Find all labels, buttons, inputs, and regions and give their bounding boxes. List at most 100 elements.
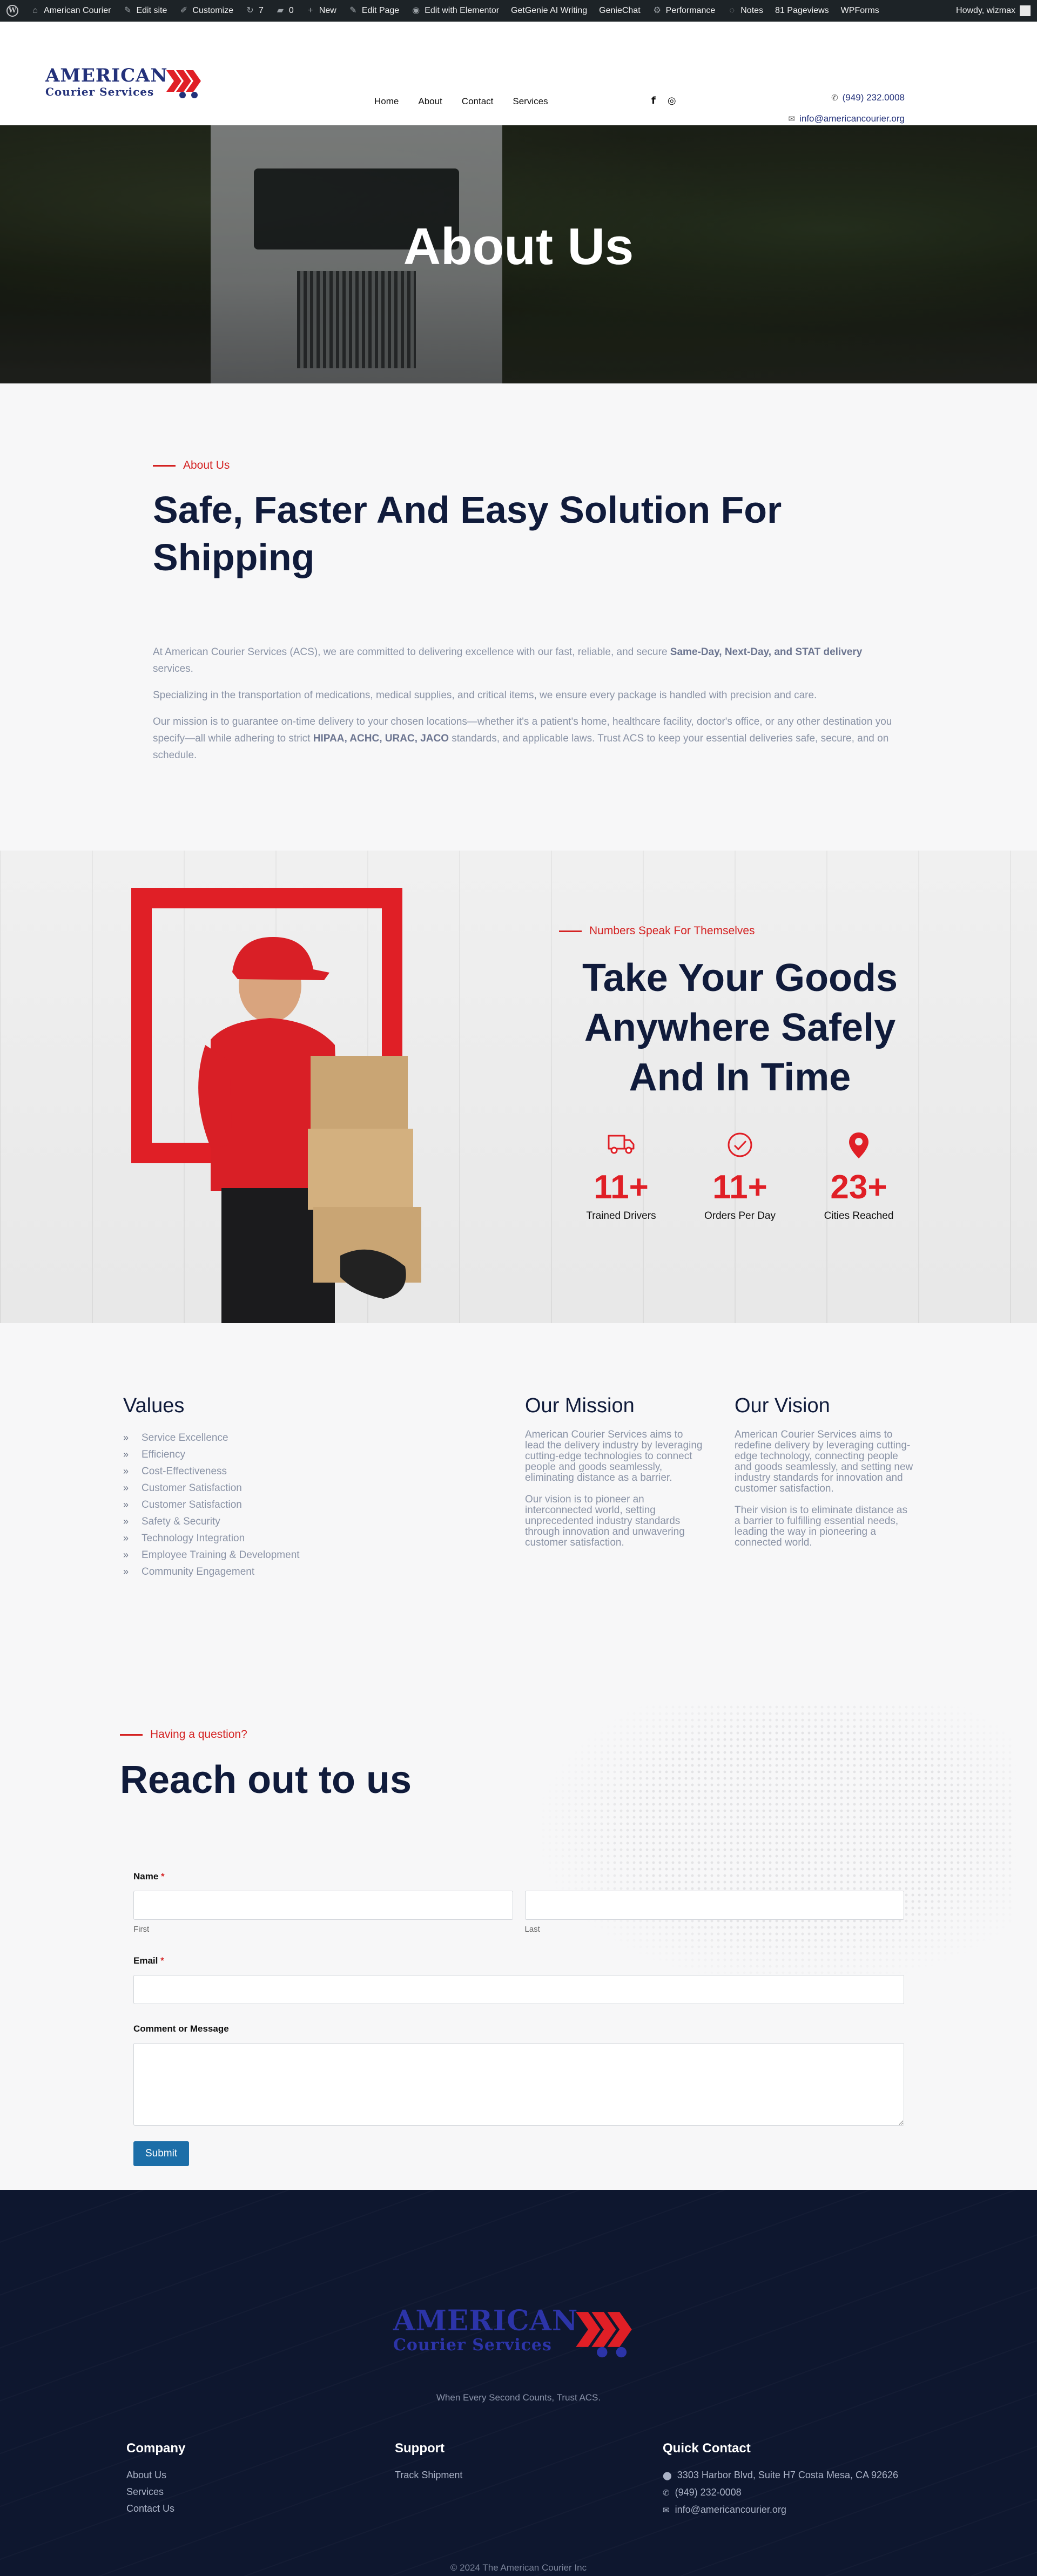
logo-line1: AMERICAN [393,2304,578,2337]
admin-edit-site[interactable]: ✎ Edit site [123,6,167,16]
stat-label: Orders Per Day [704,1210,776,1222]
footer-logo[interactable]: AMERICAN Courier Services [393,2306,647,2365]
site-logo[interactable]: AMERICAN Courier Services [45,66,202,106]
numbers-heading: Take Your Goods Anywhere Safely And In T… [582,956,898,1099]
stats-row: 11+ Trained Drivers 11+ Orders Per Day 2… [573,1131,907,1222]
truck-icon [608,1135,635,1154]
footer-link-contact[interactable]: Contact Us [126,2500,185,2517]
stat-label: Cities Reached [824,1210,894,1222]
about-paragraph-3: Our mission is to guarantee on-time deli… [153,716,892,761]
header-contact: ✆ (949) 232.0008 ✉ info@americancourier.or… [789,87,905,130]
admin-site-name[interactable]: ⌂ American Courier [30,6,111,16]
stat-value: 11+ [594,1169,649,1206]
admin-bar: W ⌂ American Courier ✎ Edit site ✐ Customiz… [0,0,1037,22]
comment-icon: ◌ [729,6,735,15]
footer-link-track[interactable]: Track Shipment [395,2467,462,2484]
quick-contact-title: Quick Contact [663,2441,751,2456]
admin-elementor[interactable]: ◉ Edit with Elementor [411,6,499,16]
logo-chevron-icon [576,2312,632,2358]
values-section: Values » Service Excellence » Efficiency »… [0,1323,1037,1655]
double-chevron-icon: » [123,1566,129,1577]
list-item: » Service Excellence [123,1429,393,1446]
facebook-icon[interactable]: f [651,95,656,106]
stat-trained-drivers: 11+ Trained Drivers [573,1131,670,1222]
message-field[interactable] [133,2043,904,2126]
contact-kicker: Having a question? [120,1728,247,1741]
home-icon: ⌂ [32,6,38,15]
admin-geniechat[interactable]: GenieChat [599,6,641,16]
stat-orders-per-day: 11+ Orders Per Day [691,1131,789,1222]
stat-value: 23+ [830,1169,887,1206]
gear-icon: ⚙ [653,6,661,15]
admin-new[interactable]: + New [306,6,336,16]
mission-column: Our Mission American Courier Services ai… [525,1394,703,1559]
map-pin-icon [849,1132,868,1158]
admin-account[interactable]: Howdy, wizmax [956,5,1031,16]
about-paragraph-2: Specializing in the transportation of me… [153,690,817,701]
name-label: Name * [133,1871,165,1882]
nav-home[interactable]: Home [374,96,399,107]
instagram-icon[interactable]: ◎ [668,95,676,106]
check-circle-icon [728,1132,752,1157]
admin-getgenie[interactable]: GetGenie AI Writing [511,6,587,16]
mission-paragraph-2: Our vision is to pioneer an interconnect… [525,1494,685,1548]
footer-tagline: When Every Second Counts, Trust ACS. [436,2392,601,2403]
admin-notes[interactable]: ◌ Notes [727,6,763,16]
submit-button[interactable]: Submit [133,2141,190,2166]
logo-chevron-icon [166,70,201,98]
about-heading: Safe, Faster And Easy Solution For Shipp… [153,489,782,578]
admin-edit-page[interactable]: ✎ Edit Page [348,6,399,16]
footer-support: Support Track Shipment [395,2441,462,2484]
pencil-icon: ✎ [124,6,132,15]
nav-about[interactable]: About [418,96,442,107]
first-name-field[interactable] [133,1891,513,1920]
admin-pageviews[interactable]: 81 Pageviews [775,6,829,16]
nav-services[interactable]: Services [513,96,548,107]
brush-icon: ✐ [180,6,188,15]
list-item: » Customer Satisfaction [123,1496,393,1513]
courier-person-image [198,937,421,1323]
vision-paragraph-1: American Courier Services aims to redefi… [735,1429,913,1494]
footer-address: ⬤ 3303 Harbor Blvd, Suite H7 Costa Mesa, … [663,2470,899,2480]
support-title: Support [395,2441,445,2456]
admin-wpforms[interactable]: WPForms [841,6,879,16]
admin-performance[interactable]: ⚙ Performance [652,6,715,16]
values-list: » Service Excellence » Efficiency » Cost-Ef… [123,1429,393,1580]
numbers-section: Numbers Speak For Themselves Take Your G… [0,851,1037,1323]
list-item: » Efficiency [123,1446,393,1463]
mission-paragraph-1: American Courier Services aims to lead t… [525,1429,703,1483]
footer-link-about[interactable]: About Us [126,2467,185,2484]
wordpress-icon: W [6,5,18,17]
list-item: » Cost-Effectiveness [123,1463,393,1480]
double-chevron-icon: » [123,1533,129,1543]
last-name-field[interactable] [524,1891,904,1920]
elementor-icon: ◉ [412,6,420,15]
about-text: At American Courier Services (ACS), we a… [153,644,904,773]
envelope-icon: ✉ [663,2506,670,2515]
admin-customize[interactable]: ✐ Customize [179,6,233,16]
site-footer: AMERICAN Courier Services When Every Sec… [0,2190,1037,2576]
contact-section: Having a question? Reach out to us Name … [0,1655,1037,2190]
admin-wp-logo[interactable]: W [6,5,18,17]
about-kicker: About Us [153,459,230,472]
mission-title: Our Mission [525,1394,635,1417]
header-phone[interactable]: ✆ (949) 232.0008 [789,87,905,109]
vision-paragraph-2: Their vision is to eliminate distance as… [735,1505,907,1548]
admin-updates[interactable]: ↻ 7 [245,6,264,16]
footer-phone[interactable]: ✆ (949) 232-0008 [663,2484,927,2501]
kicker-line [153,464,176,467]
footer-link-services[interactable]: Services [126,2484,185,2500]
footer-email[interactable]: ✉ info@americancourier.org [663,2501,927,2519]
double-chevron-icon: » [123,1516,129,1527]
social-links: f ◎ [651,95,676,106]
list-item: » Customer Satisfaction [123,1480,393,1496]
list-item: » Technology Integration [123,1530,393,1547]
nav-contact[interactable]: Contact [462,96,494,107]
admin-comments[interactable]: ▰ 0 [275,6,294,16]
avatar [1020,5,1031,16]
logo-line2: Courier Services [393,2336,552,2355]
email-label: Email * [133,1955,164,1966]
email-field[interactable] [133,1975,904,2004]
stat-value: 11+ [712,1169,767,1206]
list-item: » Community Engagement [123,1563,393,1580]
